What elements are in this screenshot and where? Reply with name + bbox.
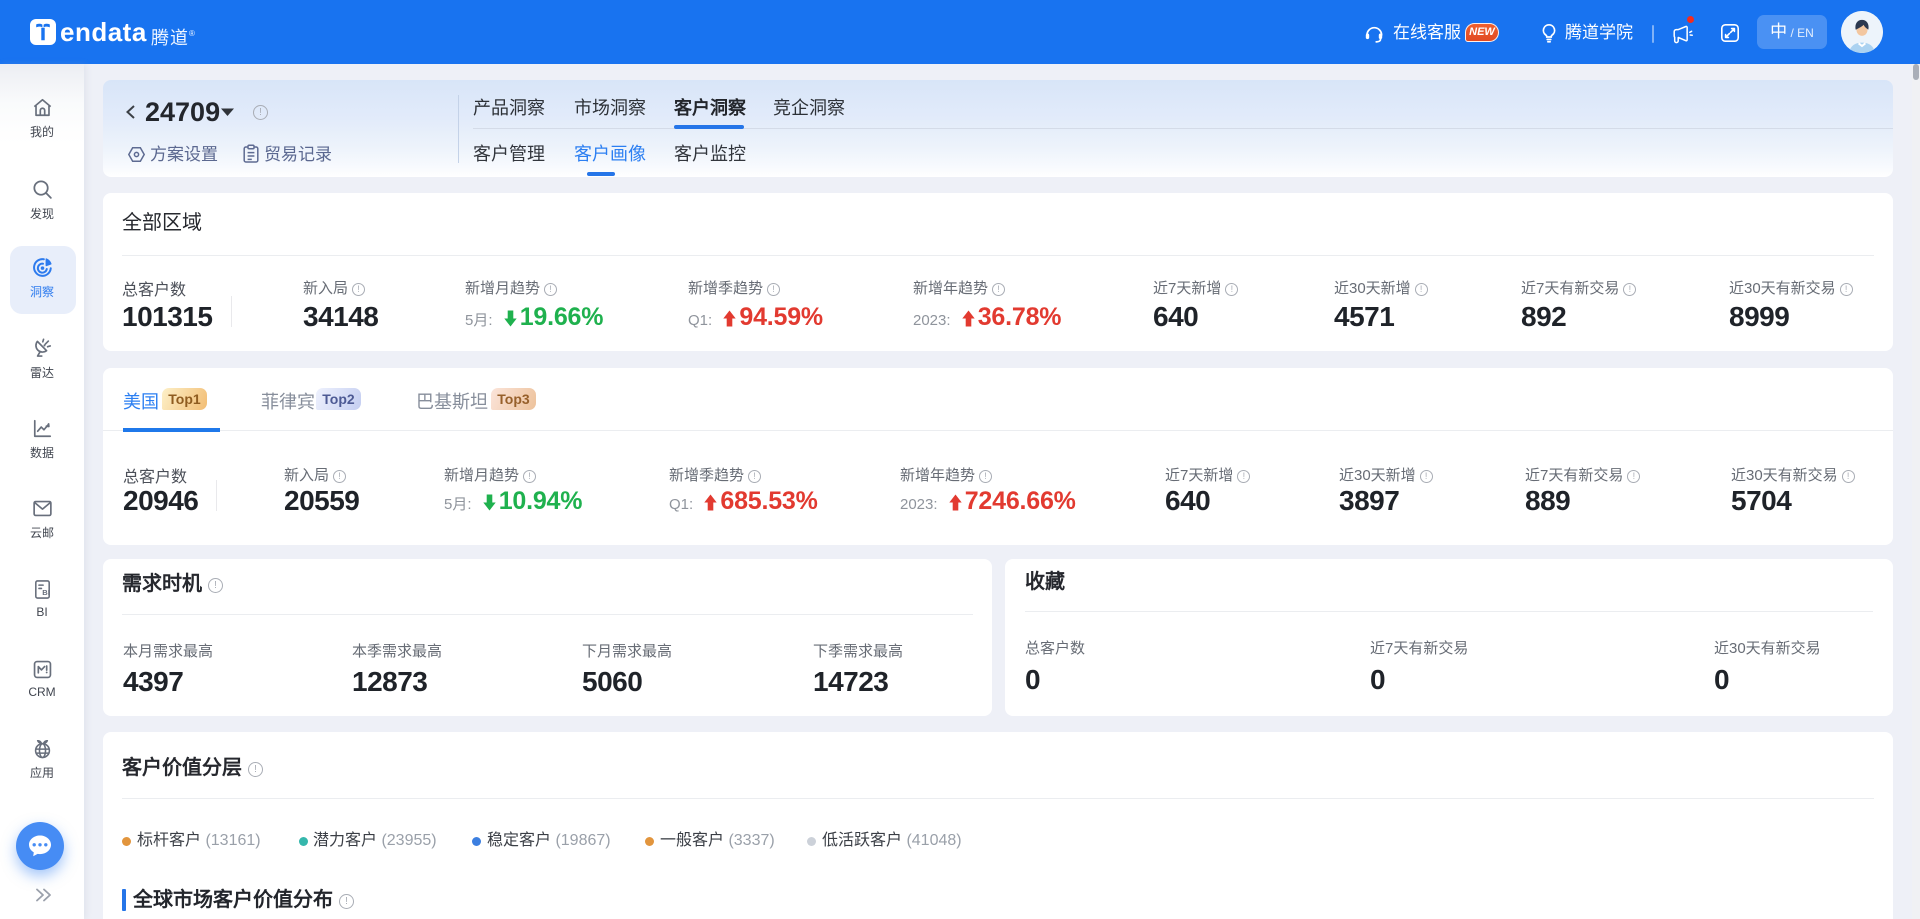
svg-text:BI: BI: [42, 588, 50, 597]
